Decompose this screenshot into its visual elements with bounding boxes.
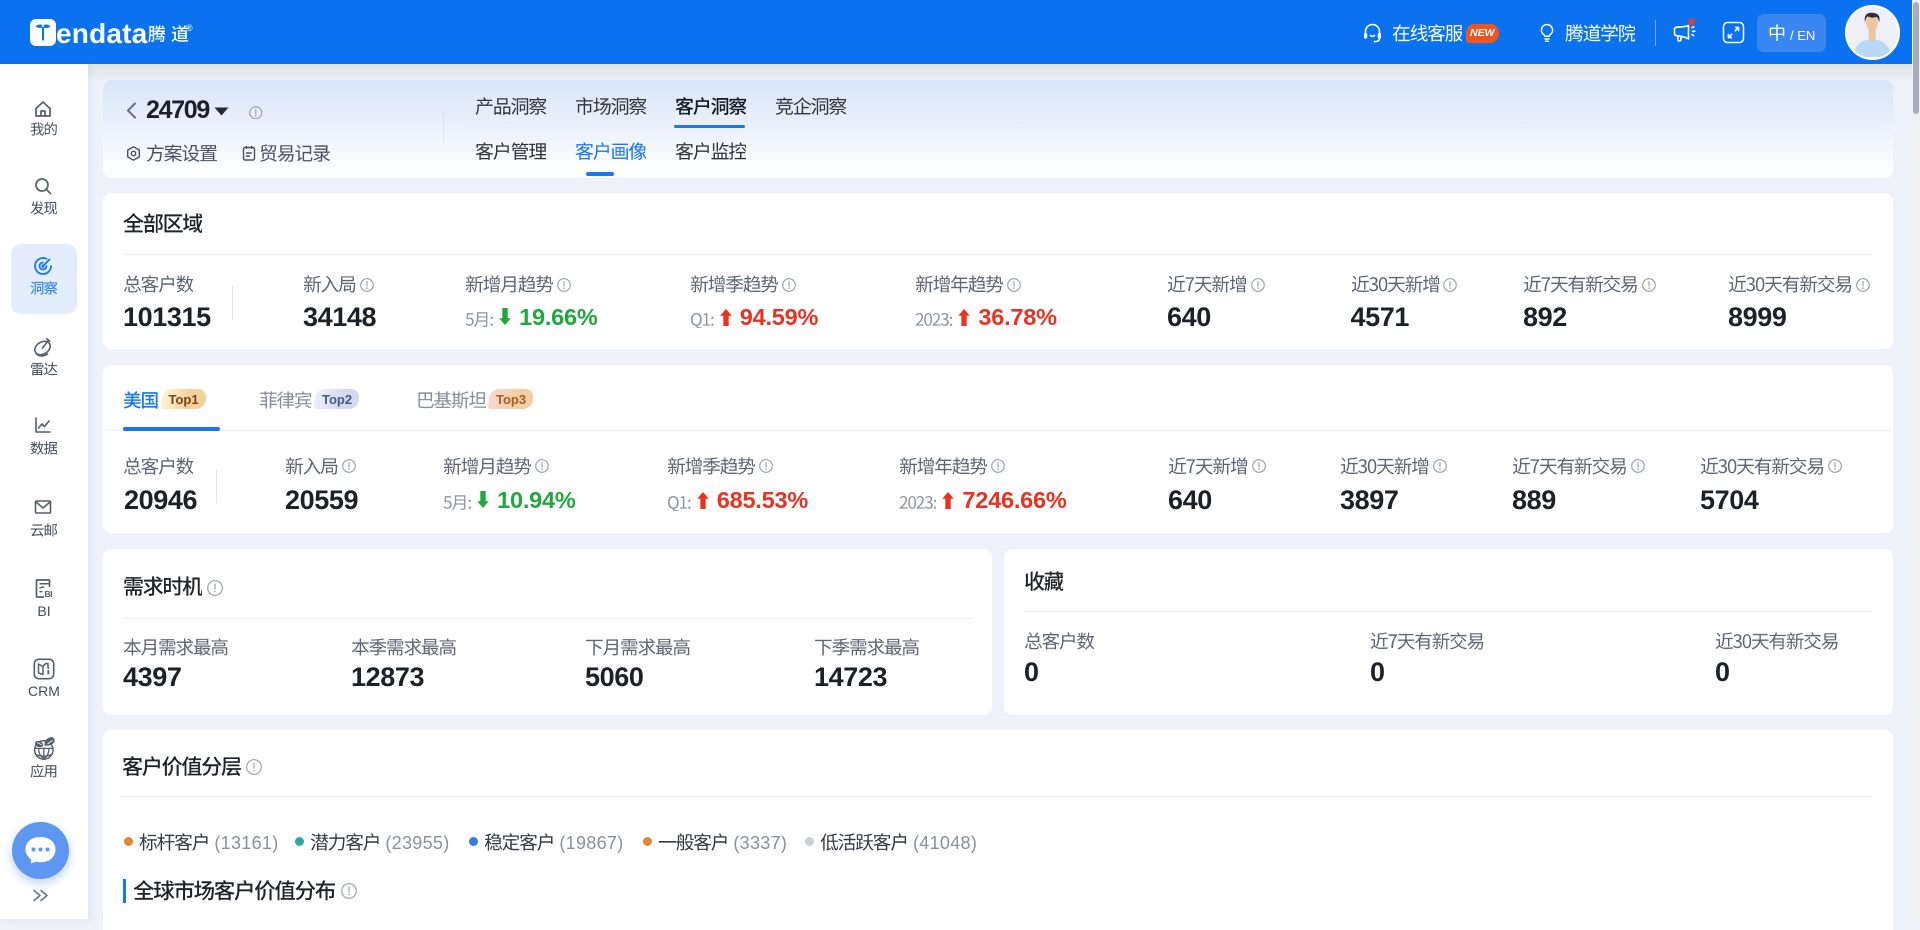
svg-text:BI: BI [45,589,53,599]
